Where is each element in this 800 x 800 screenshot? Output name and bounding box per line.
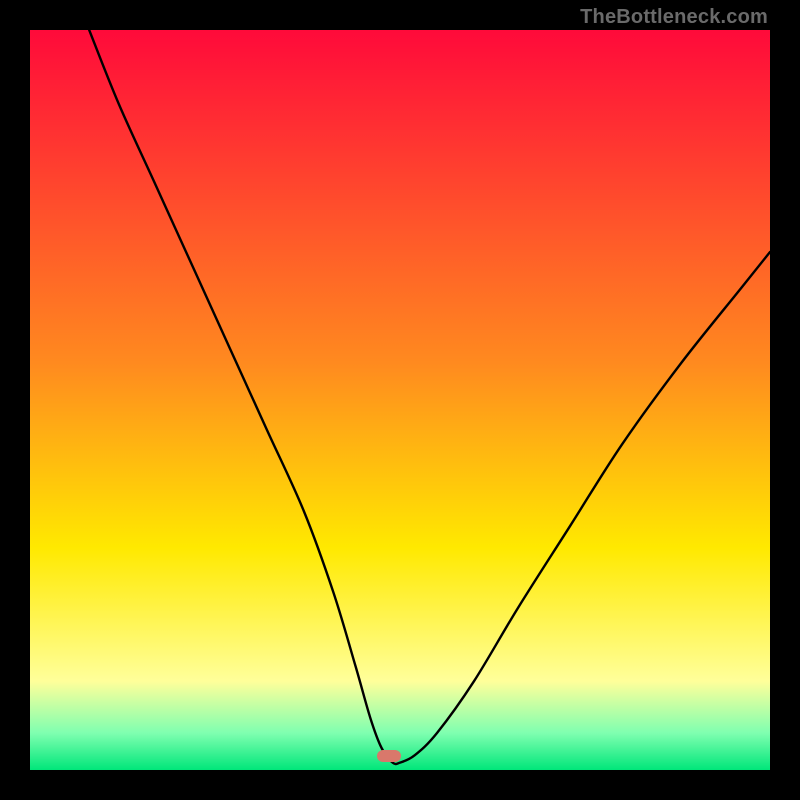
minimum-marker [377, 750, 401, 762]
bottleneck-curve [30, 30, 770, 770]
watermark-label: TheBottleneck.com [580, 6, 768, 29]
chart-frame: TheBottleneck.com [0, 0, 800, 800]
plot-area [30, 30, 770, 770]
